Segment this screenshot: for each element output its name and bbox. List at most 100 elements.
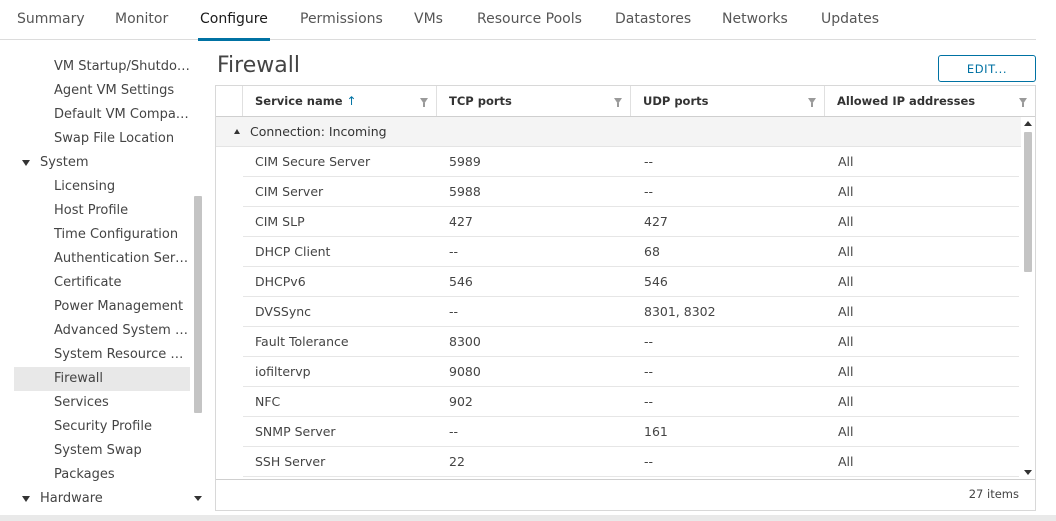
nav-item-system-swap[interactable]: System Swap: [14, 439, 190, 463]
nav-item-services[interactable]: Services: [14, 391, 190, 415]
nav-item-agent-vm-settings[interactable]: Agent VM Settings: [14, 79, 190, 103]
cell-tcp: --: [449, 244, 459, 259]
nav-item-licensing[interactable]: Licensing: [14, 175, 190, 199]
cell-udp: --: [644, 184, 654, 199]
cell-service: SNMP Server: [255, 424, 336, 439]
cell-tcp: --: [449, 304, 459, 319]
tab-networks[interactable]: Networks: [722, 11, 788, 40]
nav-group-label: System: [40, 155, 89, 170]
column-header-service-name[interactable]: Service name ↑: [243, 86, 437, 116]
edit-button[interactable]: EDIT...: [938, 55, 1036, 82]
table-row[interactable]: NFC 902 -- All: [243, 387, 1019, 417]
nav-item-authentication-services[interactable]: Authentication Services: [14, 247, 190, 271]
nav-item-host-profile[interactable]: Host Profile: [14, 199, 190, 223]
cell-udp: --: [644, 364, 654, 379]
nav-item-advanced-system-settings[interactable]: Advanced System Settings: [14, 319, 190, 343]
cell-tcp: 22: [449, 454, 465, 469]
grid-footer: 27 items: [216, 479, 1035, 510]
scroll-down-arrow-icon[interactable]: [1024, 470, 1032, 475]
chevron-down-icon[interactable]: [22, 160, 30, 166]
column-header-udp-ports[interactable]: UDP ports: [631, 86, 825, 116]
filter-icon[interactable]: [808, 98, 816, 107]
cell-service: Fault Tolerance: [255, 334, 349, 349]
nav-group-system[interactable]: System: [14, 151, 190, 175]
tab-datastores[interactable]: Datastores: [615, 11, 691, 40]
cell-udp: --: [644, 454, 654, 469]
nav-scrollbar[interactable]: [191, 52, 205, 509]
cell-allowed: All: [838, 214, 854, 229]
column-header-label: Allowed IP addresses: [837, 94, 976, 108]
column-header-allowed-ip[interactable]: Allowed IP addresses: [825, 86, 1035, 116]
nav-item-power-management[interactable]: Power Management: [14, 295, 190, 319]
table-row[interactable]: DHCP Client -- 68 All: [243, 237, 1019, 267]
cell-allowed: All: [838, 154, 854, 169]
cell-tcp: 8300: [449, 334, 481, 349]
tab-configure[interactable]: Configure: [198, 11, 270, 41]
cell-allowed: All: [838, 424, 854, 439]
tab-bar: Summary Monitor Configure Permissions VM…: [0, 0, 1036, 41]
nav-item-system-resource-reservation[interactable]: System Resource Reservation: [14, 343, 190, 367]
cell-allowed: All: [838, 274, 854, 289]
nav-group-hardware[interactable]: Hardware: [14, 487, 190, 509]
nav-scrollbar-thumb[interactable]: [194, 196, 202, 413]
cell-service: CIM Server: [255, 184, 324, 199]
cell-service: DHCP Client: [255, 244, 331, 259]
cell-service: iofiltervp: [255, 364, 311, 379]
nav-item-default-vm-compatibility[interactable]: Default VM Compatibility: [14, 103, 190, 127]
table-row[interactable]: iofiltervp 9080 -- All: [243, 357, 1019, 387]
sort-ascending-icon[interactable]: ↑: [347, 94, 357, 108]
table-row[interactable]: DHCPv6 546 546 All: [243, 267, 1019, 297]
table-row[interactable]: CIM Secure Server 5989 -- All: [243, 147, 1019, 177]
cell-service: CIM SLP: [255, 214, 305, 229]
nav-item-certificate[interactable]: Certificate: [14, 271, 190, 295]
grid-header: Service name ↑ TCP ports UDP ports Allowe…: [216, 86, 1035, 117]
chevron-down-icon[interactable]: [22, 496, 30, 502]
cell-tcp: 902: [449, 394, 473, 409]
filter-icon[interactable]: [614, 98, 622, 107]
group-row-connection-incoming[interactable]: Connection: Incoming: [216, 117, 1021, 147]
nav-item-firewall[interactable]: Firewall: [14, 367, 190, 391]
collapse-caret-icon[interactable]: [234, 129, 240, 134]
tab-updates[interactable]: Updates: [821, 11, 879, 40]
nav-item-vm-startup-shutdown[interactable]: VM Startup/Shutdown: [14, 55, 190, 79]
column-header-label: UDP ports: [643, 94, 709, 108]
tab-summary[interactable]: Summary: [17, 11, 85, 40]
grid-body: CIM Secure Server 5989 -- All CIM Server…: [216, 147, 1021, 479]
grid-scrollbar-thumb[interactable]: [1024, 132, 1032, 272]
cell-tcp: 546: [449, 274, 473, 289]
column-header-label: Service name: [255, 94, 343, 108]
grid-scrollbar[interactable]: [1021, 117, 1035, 479]
table-row[interactable]: SNMP Server -- 161 All: [243, 417, 1019, 447]
settings-nav-tree: VM Startup/Shutdown Agent VM Settings De…: [14, 52, 205, 509]
item-count: 27 items: [968, 487, 1019, 501]
nav-item-swap-file-location[interactable]: Swap File Location: [14, 127, 190, 151]
cell-udp: 8301, 8302: [644, 304, 716, 319]
nav-item-time-configuration[interactable]: Time Configuration: [14, 223, 190, 247]
group-label: Connection: Incoming: [250, 124, 387, 139]
scroll-up-arrow-icon[interactable]: [1024, 121, 1032, 126]
cell-udp: --: [644, 154, 654, 169]
filter-icon[interactable]: [1019, 98, 1027, 107]
column-header-label: TCP ports: [449, 94, 512, 108]
cell-allowed: All: [838, 184, 854, 199]
column-header-tcp-ports[interactable]: TCP ports: [437, 86, 631, 116]
table-row[interactable]: CIM SLP 427 427 All: [243, 207, 1019, 237]
cell-allowed: All: [838, 304, 854, 319]
tab-permissions[interactable]: Permissions: [300, 11, 383, 40]
nav-group-label: Hardware: [40, 491, 103, 506]
table-row[interactable]: CIM Server 5988 -- All: [243, 177, 1019, 207]
tab-resource-pools[interactable]: Resource Pools: [477, 11, 582, 40]
nav-item-packages[interactable]: Packages: [14, 463, 190, 487]
tab-vms[interactable]: VMs: [414, 11, 443, 40]
table-row[interactable]: DVSSync -- 8301, 8302 All: [243, 297, 1019, 327]
table-row[interactable]: SSH Server 22 -- All: [243, 447, 1019, 477]
cell-udp: 161: [644, 424, 668, 439]
nav-item-security-profile[interactable]: Security Profile: [14, 415, 190, 439]
table-row[interactable]: Fault Tolerance 8300 -- All: [243, 327, 1019, 357]
firewall-grid: Service name ↑ TCP ports UDP ports Allowe…: [215, 85, 1036, 511]
scroll-down-arrow-icon[interactable]: [194, 496, 202, 501]
tab-monitor[interactable]: Monitor: [115, 11, 168, 40]
cell-service: SSH Server: [255, 454, 326, 469]
filter-icon[interactable]: [420, 98, 428, 107]
cell-udp: --: [644, 334, 654, 349]
